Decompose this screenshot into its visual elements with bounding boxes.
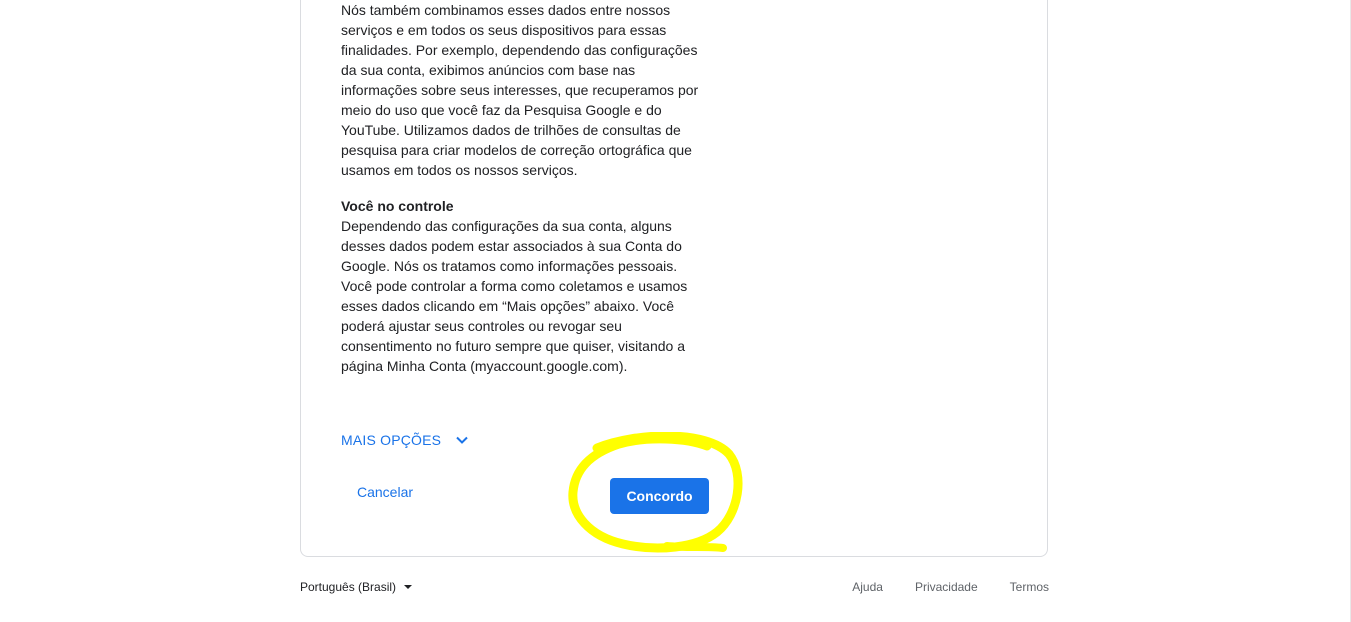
terms-link[interactable]: Termos (1010, 580, 1049, 594)
language-label: Português (Brasil) (300, 580, 397, 594)
you-in-control-heading: Você no controle (341, 198, 454, 214)
control-paragraph: Dependendo das configurações da sua cont… (341, 218, 688, 374)
more-options-toggle[interactable]: MAIS OPÇÕES (341, 432, 469, 448)
consent-content: Nós também combinamos esses dados entre … (341, 0, 711, 376)
footer: Português (Brasil) Ajuda Privacidade Ter… (300, 578, 1049, 598)
more-options-label: MAIS OPÇÕES (341, 432, 442, 448)
privacy-link[interactable]: Privacidade (915, 580, 978, 594)
cancel-button[interactable]: Cancelar (341, 476, 429, 508)
help-link[interactable]: Ajuda (852, 580, 883, 594)
caret-down-icon (404, 585, 413, 589)
chevron-down-icon (456, 436, 468, 444)
footer-links: Ajuda Privacidade Termos (820, 580, 1049, 594)
consent-card: Nós também combinamos esses dados entre … (300, 0, 1048, 557)
language-select[interactable]: Português (Brasil) (300, 580, 413, 594)
combine-data-paragraph: Nós também combinamos esses dados entre … (341, 2, 699, 178)
agree-button[interactable]: Concordo (610, 478, 709, 514)
consent-page: Nós também combinamos esses dados entre … (0, 0, 1351, 622)
